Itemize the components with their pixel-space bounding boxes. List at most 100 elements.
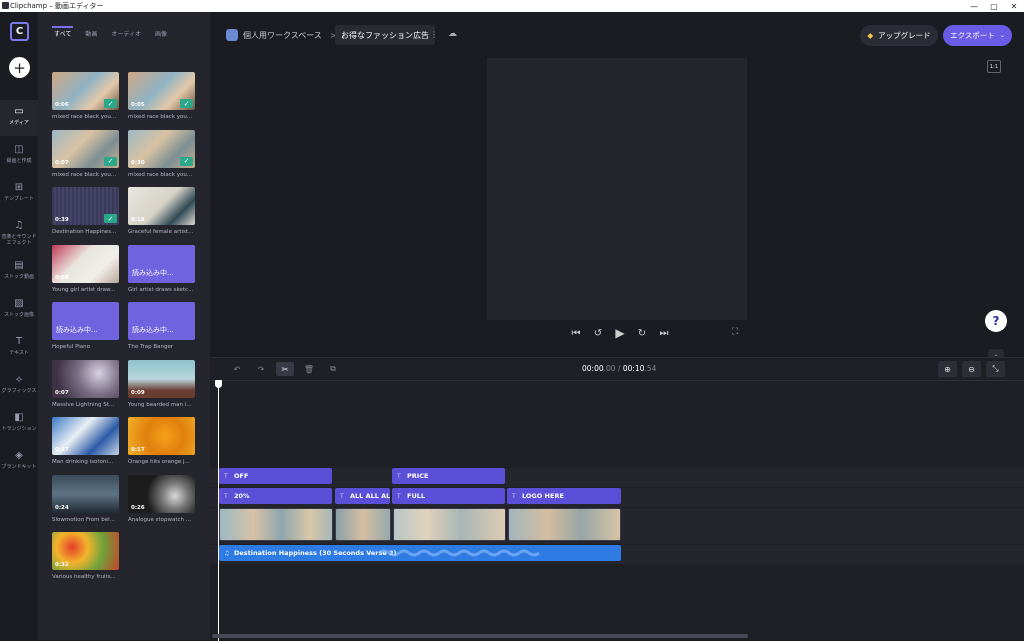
media-caption: Young bearded man i... [128, 401, 192, 408]
cloud-sync-icon[interactable]: ☁ [448, 29, 457, 39]
text-clip[interactable]: T 20% [219, 488, 332, 504]
image-icon: ▨ [14, 298, 24, 309]
nav-item-label: メディア [9, 120, 29, 126]
maximize-button[interactable]: ▢ [984, 0, 1004, 12]
check-icon: ✓ [180, 99, 193, 108]
forward-5s-icon[interactable]: ↻ [636, 328, 648, 339]
media-thumbnail: 0:30 ✓ [128, 129, 195, 168]
media-caption: Analogue stopwatch ... [128, 516, 192, 523]
media-item[interactable]: 0:07 Massive Lightning St... [52, 359, 120, 408]
more-options-icon[interactable]: ⋮ [430, 30, 438, 39]
nav-item-text[interactable]: T テキスト [0, 330, 38, 366]
export-button[interactable]: エクスポート ⌄ [943, 25, 1012, 46]
media-panel: すべて 動画 オーディオ 画像 0:06 ✓ mixed race black you..… [38, 12, 210, 640]
nav-item-template[interactable]: ⊞ テンプレート [0, 176, 38, 212]
media-item[interactable]: 0:09 Young bearded man i... [128, 359, 196, 408]
duration-badge: 0:07 [55, 389, 69, 396]
media-item[interactable]: 読み込み中... Hopeful Piano [52, 302, 120, 350]
duration-badge: 0:27 [55, 447, 69, 453]
rewind-5s-icon[interactable]: ↺ [592, 328, 604, 339]
delete-icon[interactable]: 🗑 [300, 362, 318, 376]
media-item[interactable]: 0:18 Graceful female artist... [128, 187, 196, 235]
split-icon[interactable]: ✂ [276, 362, 294, 376]
media-tab[interactable]: 画像 [153, 26, 169, 43]
playhead-handle[interactable] [215, 380, 222, 388]
text-clip[interactable]: T FULL [392, 488, 505, 504]
media-caption: Man drinking isotoni... [52, 459, 114, 465]
media-tab[interactable]: オーディオ [109, 26, 143, 43]
redo-icon[interactable]: ↷ [252, 362, 270, 376]
zoom-out-icon[interactable]: ⊖ [962, 361, 981, 377]
upgrade-button[interactable]: ◆ アップグレード [860, 25, 938, 46]
media-item[interactable]: 0:32 Various healthy fruits... [52, 532, 120, 580]
video-clip[interactable] [219, 508, 333, 541]
media-item[interactable]: 0:08 Young girl artist draw... [52, 244, 120, 293]
playback-controls: ⏮ ↺ ▶ ↻ ⏭ [570, 326, 670, 340]
nav-item-music[interactable]: ♫ 音楽とサウンドエフェクト [0, 214, 38, 250]
nav-item-shapes[interactable]: ⟡ グラフィックス [0, 368, 38, 404]
zoom-in-icon[interactable]: ⊕ [938, 361, 957, 377]
media-item[interactable]: 0:26 Analogue stopwatch ... [128, 474, 196, 523]
media-thumbnail: 0:18 [128, 187, 195, 225]
check-icon: ✓ [104, 156, 117, 166]
audio-waveform [379, 549, 540, 557]
audio-clip[interactable]: ♫ Destination Happiness (30 Seconds Vers… [219, 545, 621, 561]
media-item[interactable]: 0:30 ✓ mixed race black you... [128, 129, 196, 178]
upgrade-label: アップグレード [878, 31, 931, 40]
media-item[interactable]: 0:24 Slowmotion From bel... [52, 474, 120, 523]
video-clip[interactable] [393, 508, 506, 541]
aspect-ratio-button[interactable]: 1:1 [987, 60, 1001, 73]
video-clip[interactable] [508, 508, 621, 541]
media-item[interactable]: 0:17 Orange hits orange j... [128, 417, 196, 465]
camera-icon: ◫ [14, 144, 24, 155]
time-slash: / [615, 364, 623, 373]
text-clip[interactable]: T OFF [219, 468, 332, 484]
project-name-field[interactable]: お得なファッション広告 [335, 25, 435, 45]
nav-item-folder[interactable]: ▭ メディア [0, 100, 38, 136]
fit-timeline-icon[interactable]: ⤡ [986, 361, 1005, 377]
timecode: 00:00.00 / 00:10.54 [582, 364, 656, 373]
media-tab[interactable]: すべて [52, 26, 74, 43]
add-media-button[interactable]: + [9, 57, 30, 78]
nav-item-brand[interactable]: ◈ ブランドキット [0, 444, 38, 480]
media-tab[interactable]: 動画 [83, 26, 99, 43]
help-button[interactable]: ? [985, 310, 1007, 332]
nav-item-film[interactable]: ▤ ストック動画 [0, 254, 38, 290]
duplicate-icon[interactable]: ⧉ [324, 362, 342, 376]
loading-label: 読み込み中... [132, 268, 174, 277]
nav-item-camera[interactable]: ◫ 録画と作成 [0, 138, 38, 174]
media-thumbnail: 0:07 ✓ [52, 129, 119, 168]
media-item[interactable]: 0:07 ✓ mixed race black you... [52, 129, 120, 178]
duration-badge: 0:06 [55, 102, 69, 108]
text-clip-label: OFF [234, 472, 249, 480]
skip-forward-icon[interactable]: ⏭ [658, 328, 670, 339]
media-item[interactable]: 読み込み中... Girl artist draws sketc... [128, 244, 196, 293]
media-item[interactable]: 0:27 Man drinking isotoni... [52, 417, 120, 465]
nav-item-label: ブランドキット [1, 464, 37, 470]
playhead[interactable] [218, 380, 219, 641]
folder-icon: ▭ [14, 106, 24, 117]
media-item[interactable]: 0:06 ✓ mixed race black you... [52, 72, 120, 120]
window-titlebar: Clipchamp – 動画エディター — ▢ ✕ [0, 0, 1024, 12]
workspace-breadcrumb[interactable]: 個人用ワークスペース > [226, 28, 345, 42]
fullscreen-icon[interactable]: ⛶ [732, 327, 738, 337]
timeline-ruler[interactable] [210, 380, 1024, 381]
close-button[interactable]: ✕ [1004, 0, 1024, 12]
undo-icon[interactable]: ↶ [228, 362, 246, 376]
video-clip[interactable] [335, 508, 391, 541]
media-item[interactable]: 0:39 ✓ Destination Happines... [52, 187, 120, 235]
media-caption: Girl artist draws sketc... [128, 286, 194, 293]
media-item[interactable]: 0:05 ✓ mixed race black you... [128, 72, 196, 120]
minimize-button[interactable]: — [964, 0, 984, 12]
timeline-scrollbar[interactable] [212, 634, 748, 638]
text-clip[interactable]: T LOGO HERE [507, 488, 621, 504]
media-tabs: すべて 動画 オーディオ 画像 [52, 26, 169, 43]
skip-back-icon[interactable]: ⏮ [570, 328, 582, 339]
media-item[interactable]: 読み込み中... The Trap Banger [128, 302, 196, 350]
duration-badge: 0:26 [131, 504, 145, 511]
nav-item-image[interactable]: ▨ ストック画像 [0, 292, 38, 328]
play-icon[interactable]: ▶ [614, 326, 626, 340]
text-clip[interactable]: T ALL ALL ALL [335, 488, 390, 504]
nav-item-transition[interactable]: ◧ トランジション [0, 406, 38, 442]
text-clip[interactable]: T PRICE [392, 468, 505, 484]
